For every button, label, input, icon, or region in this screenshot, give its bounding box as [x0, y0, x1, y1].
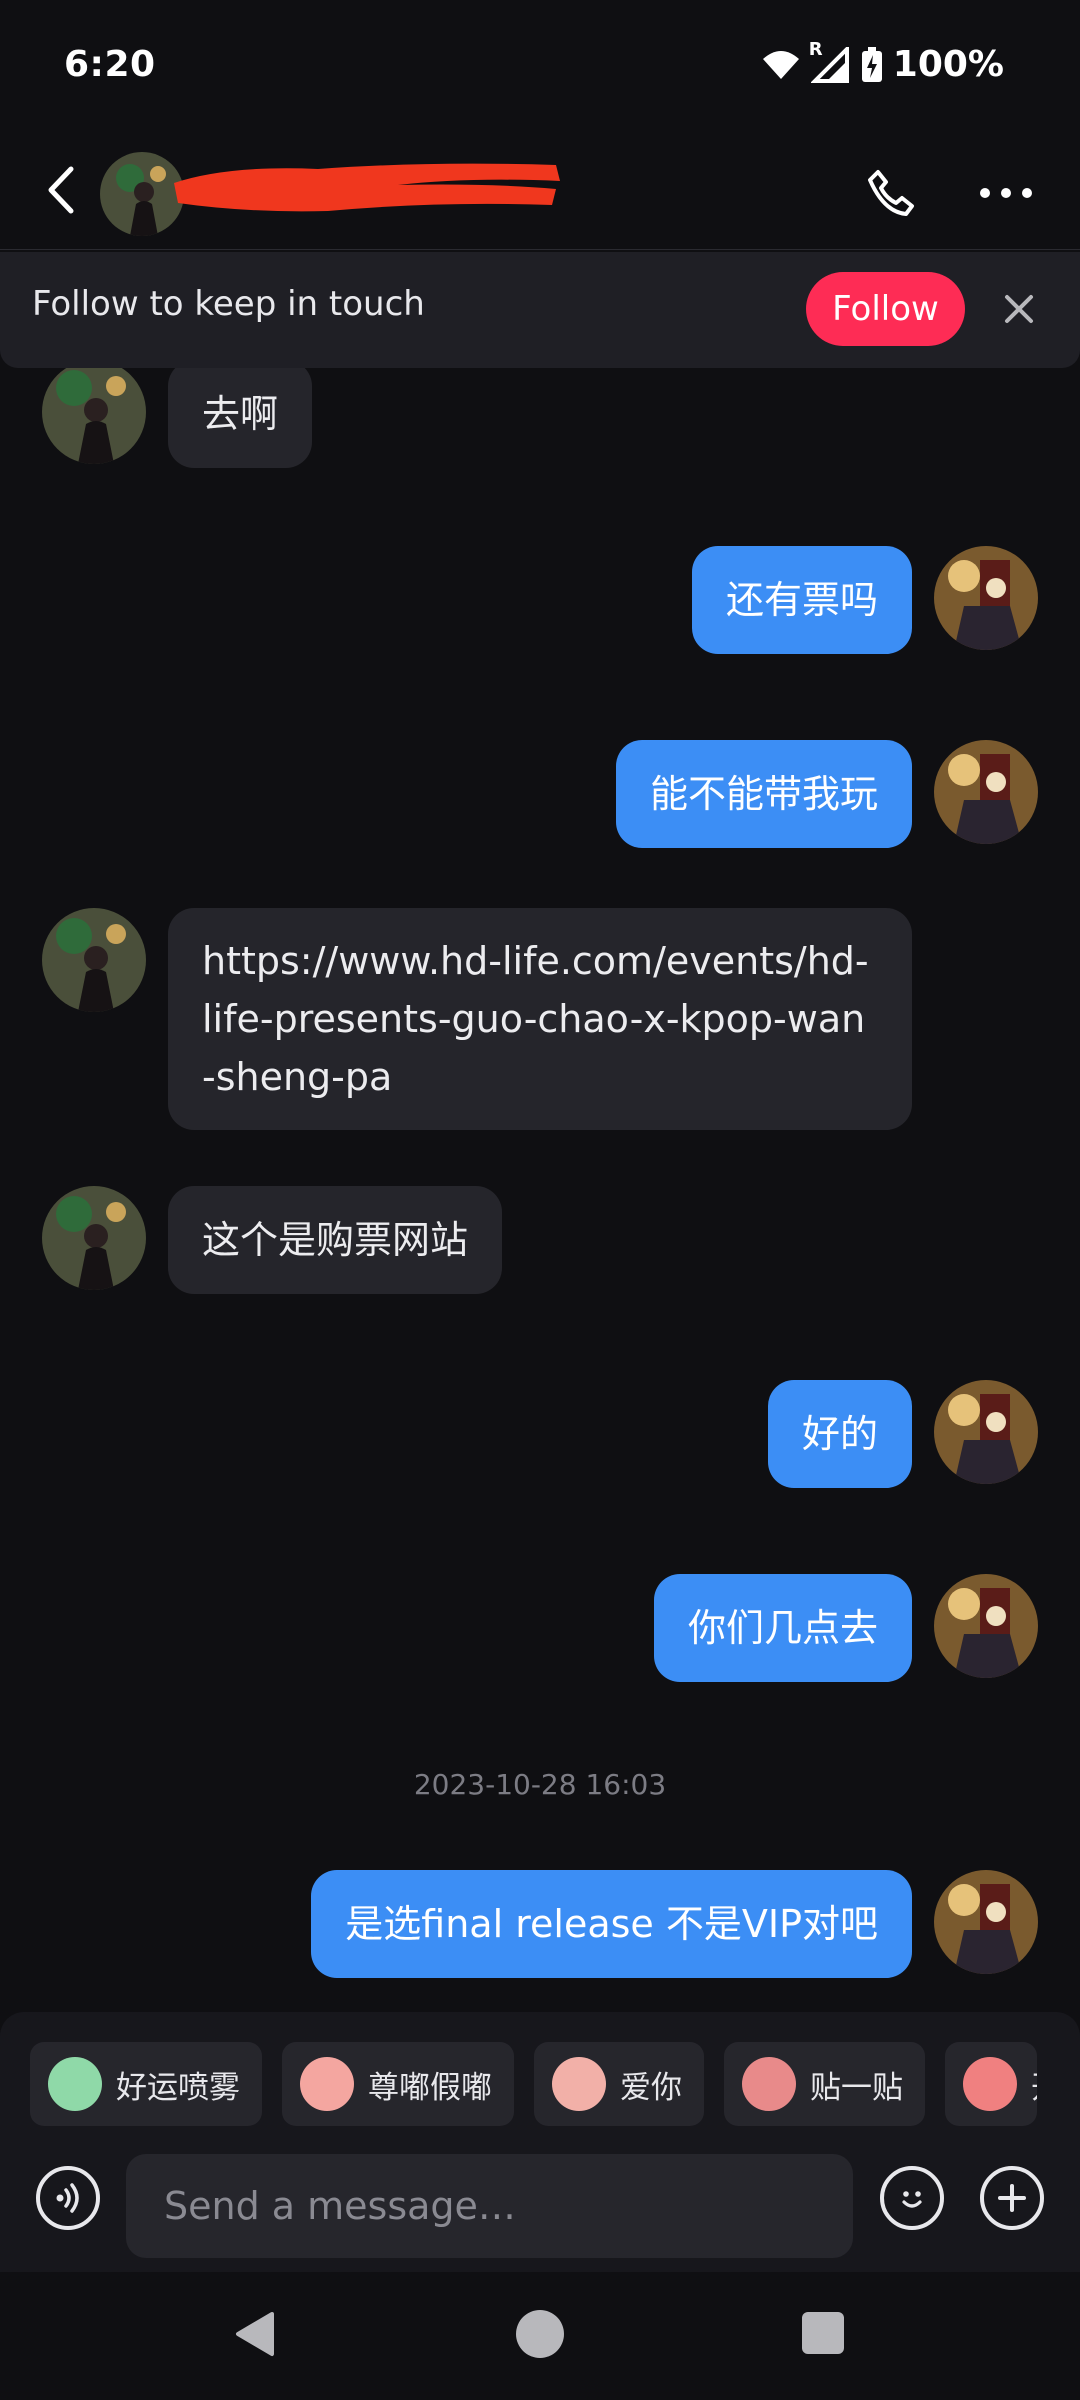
sticker-label: 尊嘟假嘟	[368, 2069, 492, 2106]
triangle-back-icon	[236, 2312, 274, 2356]
sticker-label: 贴一贴	[810, 2069, 903, 2106]
nav-back-button[interactable]	[232, 2310, 276, 2362]
message-input[interactable]	[126, 2154, 853, 2258]
outgoing-message[interactable]: 是选final release 不是VIP对吧	[311, 1870, 912, 1978]
close-icon	[1005, 295, 1033, 323]
my-message-avatar[interactable]	[934, 1574, 1038, 1678]
sticker-label: 爱你	[620, 2069, 682, 2106]
message-list[interactable]: 去啊 还有票吗 能不能带我玩 https://www.hd-life.com/e…	[0, 360, 1080, 2008]
my-message-avatar[interactable]	[934, 740, 1038, 844]
follow-banner-text: Follow to keep in touch	[32, 284, 425, 324]
my-message-avatar[interactable]	[934, 1870, 1038, 1974]
sticker-icon	[552, 2057, 606, 2111]
sticker-icon	[963, 2057, 1017, 2111]
phone-icon	[868, 170, 914, 216]
status-time: 6:20	[64, 44, 156, 85]
smiley-icon	[902, 2191, 922, 2208]
sticker-chip[interactable]: 好运喷雾	[30, 2042, 262, 2126]
composer-area: 好运喷雾 尊嘟假嘟 爱你 贴一贴 开	[0, 2012, 1080, 2272]
outgoing-message[interactable]: 能不能带我玩	[615, 740, 912, 848]
chevron-left-icon	[48, 166, 74, 214]
voice-message-button[interactable]	[36, 2166, 100, 2230]
banner-close-button[interactable]	[994, 284, 1044, 334]
my-message-avatar[interactable]	[934, 546, 1038, 650]
follow-button[interactable]: Follow	[806, 272, 965, 346]
incoming-message[interactable]: 这个是购票网站	[168, 1186, 503, 1294]
chat-header	[0, 130, 1080, 250]
sticker-chip[interactable]: 贴一贴	[724, 2042, 925, 2126]
back-button[interactable]	[34, 158, 86, 222]
contact-message-avatar[interactable]	[42, 1186, 146, 1290]
emoji-button[interactable]	[880, 2166, 944, 2230]
outgoing-message[interactable]: 好的	[767, 1380, 912, 1488]
my-message-avatar[interactable]	[934, 1380, 1038, 1484]
nav-recents-button[interactable]	[802, 2312, 844, 2354]
add-attachment-button[interactable]	[980, 2166, 1044, 2230]
incoming-message[interactable]: 去啊	[168, 360, 313, 468]
battery-percent: 100%	[892, 44, 1004, 85]
sticker-icon	[48, 2057, 102, 2111]
sticker-label: 开	[1031, 2062, 1037, 2107]
sticker-icon	[300, 2057, 354, 2111]
system-navigation-bar	[0, 2272, 1080, 2400]
message-timestamp: 2023-10-28 16:03	[413, 1768, 667, 1801]
contact-message-avatar[interactable]	[42, 908, 146, 1012]
contact-name-redacted[interactable]	[168, 155, 563, 217]
battery-charging-icon	[861, 46, 882, 82]
outgoing-message[interactable]: 你们几点去	[653, 1574, 912, 1682]
sticker-chip[interactable]: 尊嘟假嘟	[282, 2042, 514, 2126]
more-horizontal-icon	[980, 188, 1032, 198]
incoming-link-message[interactable]: https://www.hd-life.com/events/hd-life-p…	[168, 908, 912, 1130]
follow-banner: Follow to keep in touch Follow	[0, 252, 1080, 368]
outgoing-message[interactable]: 还有票吗	[691, 546, 912, 654]
signal-icon: R	[809, 39, 851, 83]
more-options-button[interactable]	[976, 160, 1036, 226]
sticker-icon	[742, 2057, 796, 2111]
call-button[interactable]	[858, 160, 924, 226]
voice-wave-icon	[56, 2183, 79, 2213]
sticker-label: 好运喷雾	[116, 2069, 240, 2106]
sticker-chip[interactable]: 爱你	[534, 2042, 704, 2126]
quick-sticker-row[interactable]: 好运喷雾 尊嘟假嘟 爱你 贴一贴 开	[30, 2042, 1037, 2126]
contact-message-avatar[interactable]	[42, 360, 146, 464]
nav-home-button[interactable]	[516, 2310, 564, 2358]
status-bar: 6:20 R 100%	[0, 0, 1080, 130]
wifi-icon	[762, 50, 799, 79]
plus-icon	[998, 2184, 1026, 2212]
sticker-chip[interactable]: 开	[945, 2042, 1037, 2126]
status-icons: R 100%	[761, 39, 1004, 85]
roaming-indicator: R	[808, 38, 823, 60]
